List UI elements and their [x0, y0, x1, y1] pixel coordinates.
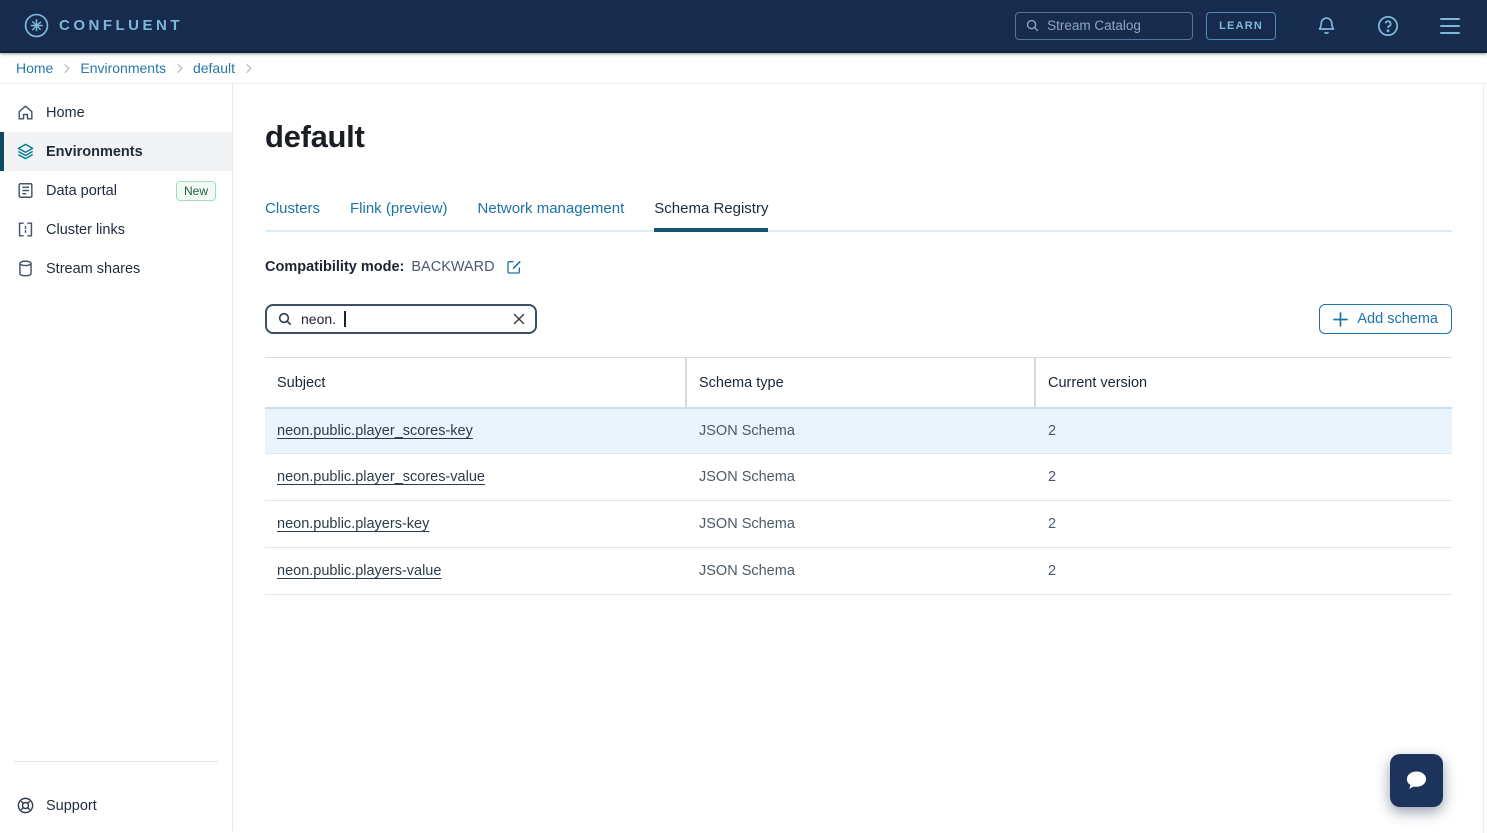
breadcrumb-home[interactable]: Home [16, 60, 53, 76]
table-controls: neon. Add schema [265, 304, 1452, 334]
confluent-logo-icon [24, 13, 49, 38]
subject-link[interactable]: neon.public.players-key [277, 516, 429, 532]
schemas-table: Subject Schema type Current version neon… [265, 357, 1452, 595]
stream-catalog-search[interactable] [1015, 12, 1193, 40]
add-schema-button[interactable]: Add schema [1319, 304, 1452, 334]
brand-wordmark: CONFLUENT [59, 17, 183, 34]
sidebar-item-cluster-links[interactable]: Cluster links [0, 210, 232, 249]
confluent-brand[interactable]: CONFLUENT [24, 13, 183, 38]
top-navbar: CONFLUENT LEARN [0, 0, 1487, 53]
current-version-cell: 2 [1036, 563, 1452, 579]
main-content: default Clusters Flink (preview) Network… [233, 84, 1487, 831]
hamburger-icon [1439, 17, 1461, 35]
sidebar-item-support[interactable]: Support [0, 786, 232, 825]
chat-bubble-icon [1403, 767, 1430, 794]
tab-bar: Clusters Flink (preview) Network managem… [265, 200, 1452, 232]
table-row[interactable]: neon.public.player_scores-key JSON Schem… [265, 407, 1452, 454]
compatibility-mode-value: BACKWARD [411, 259, 494, 275]
bell-icon [1316, 15, 1337, 36]
table-row[interactable]: neon.public.players-key JSON Schema 2 [265, 501, 1452, 548]
column-header-current-version[interactable]: Current version [1036, 358, 1452, 407]
tab-flink-preview[interactable]: Flink (preview) [350, 200, 448, 230]
globe-icon [16, 796, 35, 815]
schema-search-value: neon. [301, 311, 336, 327]
breadcrumb: Home Environments default [0, 53, 1487, 84]
chevron-right-icon [175, 63, 184, 74]
sidebar-item-label: Stream shares [46, 261, 140, 277]
current-version-cell: 2 [1036, 423, 1452, 439]
sidebar-item-environments[interactable]: Environments [0, 132, 232, 171]
schema-type-cell: JSON Schema [687, 563, 1036, 579]
compatibility-mode-label: Compatibility mode: [265, 259, 404, 275]
sidebar-item-label: Support [46, 798, 97, 814]
sidebar-item-label: Data portal [46, 183, 117, 199]
chevron-right-icon [62, 63, 71, 74]
chevron-right-icon [244, 63, 253, 74]
cluster-links-icon [16, 220, 35, 239]
search-icon [1025, 18, 1040, 33]
tab-network-management[interactable]: Network management [478, 200, 625, 230]
table-row[interactable]: neon.public.player_scores-value JSON Sch… [265, 454, 1452, 501]
sidebar-item-label: Home [46, 105, 85, 121]
current-version-cell: 2 [1036, 516, 1452, 532]
layers-icon [16, 142, 35, 161]
tab-schema-registry[interactable]: Schema Registry [654, 200, 768, 230]
text-cursor [344, 311, 346, 327]
sidebar-item-home[interactable]: Home [0, 93, 232, 132]
subject-link[interactable]: neon.public.player_scores-value [277, 469, 485, 485]
stream-catalog-input[interactable] [1047, 18, 1167, 33]
document-icon [16, 181, 35, 200]
schema-type-cell: JSON Schema [687, 469, 1036, 485]
notifications-button[interactable] [1316, 15, 1337, 36]
add-schema-label: Add schema [1357, 311, 1438, 327]
plus-icon [1333, 312, 1348, 327]
new-badge: New [176, 181, 216, 201]
database-icon [16, 259, 35, 278]
help-icon [1377, 15, 1399, 37]
column-header-subject[interactable]: Subject [265, 358, 687, 407]
chat-widget-button[interactable] [1390, 754, 1443, 807]
schema-search-input[interactable]: neon. [265, 304, 537, 334]
main-menu-button[interactable] [1439, 17, 1461, 35]
schema-type-cell: JSON Schema [687, 516, 1036, 532]
learn-button[interactable]: LEARN [1206, 12, 1276, 40]
clear-icon [513, 313, 525, 325]
schema-type-cell: JSON Schema [687, 423, 1036, 439]
compatibility-mode-row: Compatibility mode: BACKWARD [265, 259, 1452, 275]
sidebar-item-stream-shares[interactable]: Stream shares [0, 249, 232, 288]
current-version-cell: 2 [1036, 469, 1452, 485]
edit-compatibility-button[interactable] [506, 259, 522, 275]
table-row[interactable]: neon.public.players-value JSON Schema 2 [265, 548, 1452, 595]
sidebar: Home Environments Data portal New [0, 84, 233, 831]
sidebar-item-data-portal[interactable]: Data portal New [0, 171, 232, 210]
table-header-row: Subject Schema type Current version [265, 357, 1452, 407]
breadcrumb-environments[interactable]: Environments [80, 60, 166, 76]
tab-clusters[interactable]: Clusters [265, 200, 320, 230]
search-icon [277, 311, 293, 327]
scrollbar-track[interactable] [1483, 84, 1487, 833]
sidebar-item-label: Cluster links [46, 222, 125, 238]
help-button[interactable] [1377, 15, 1399, 37]
clear-search-button[interactable] [513, 313, 525, 325]
sidebar-item-label: Environments [46, 144, 143, 160]
subject-link[interactable]: neon.public.player_scores-key [277, 423, 473, 439]
subject-link[interactable]: neon.public.players-value [277, 563, 441, 579]
sidebar-bottom: Support [0, 761, 232, 831]
breadcrumb-default[interactable]: default [193, 60, 235, 76]
column-header-schema-type[interactable]: Schema type [687, 358, 1036, 407]
home-icon [16, 103, 35, 122]
edit-icon [506, 259, 522, 275]
sidebar-divider [14, 761, 218, 762]
page-title: default [265, 119, 1452, 155]
